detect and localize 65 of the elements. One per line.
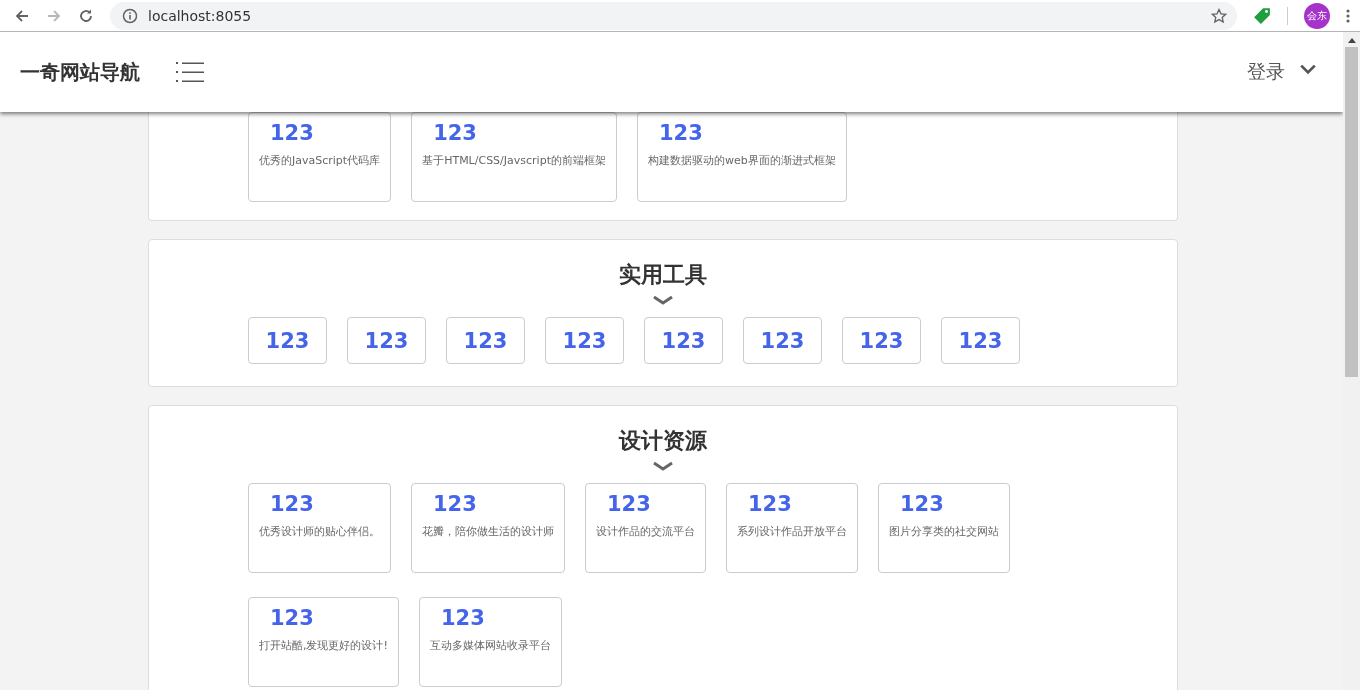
card-description: 优秀的JavaScript代码库 [259,153,381,168]
section-title: 实用工具 [619,261,707,289]
card-description: 系列设计作品开放平台 [737,524,847,539]
link-card[interactable]: 123 [248,317,327,364]
card-title: 123 [432,121,478,145]
section-title: 设计资源 [619,427,707,455]
card-description: 互动多媒体网站收录平台 [429,638,551,653]
card-description: 图片分享类的社交网站 [889,524,999,539]
address-text: localhost:8055 [148,7,253,24]
card-title: 123 [661,328,706,353]
address-bar[interactable]: localhost:8055 [110,1,1237,30]
card-description: 打开站酷,发现更好的设计! [259,638,388,653]
profile-avatar[interactable]: 会东 [1304,2,1330,29]
card-title: 123 [269,492,315,516]
card-title: 123 [364,328,409,353]
back-icon[interactable] [14,7,30,24]
link-card[interactable]: 123 [743,317,822,364]
menu-icon[interactable] [176,60,204,84]
link-card[interactable]: 123 [347,317,426,364]
card-title: 123 [859,328,904,353]
link-card[interactable]: 123 优秀设计师的贴心伴侣。 [248,483,391,573]
link-card[interactable]: 123 设计作品的交流平台 [585,483,706,573]
card-title: 123 [760,328,805,353]
card-title: 123 [606,492,652,516]
tag-icon[interactable] [1253,6,1271,25]
link-card[interactable]: 123 [644,317,723,364]
reload-icon[interactable] [78,7,94,24]
card-description: 基于HTML/CSS/Javscript的前端框架 [422,153,606,168]
card-title: 123 [562,328,607,353]
card-description: 优秀设计师的贴心伴侣。 [259,524,380,539]
card-description: 设计作品的交流平台 [596,524,695,539]
card-title: 123 [747,492,793,516]
card-title: 123 [265,328,310,353]
card-title: 123 [432,492,478,516]
card-title: 123 [657,121,704,145]
link-card[interactable]: 123 [545,317,624,364]
scroll-up-icon[interactable] [1347,38,1356,43]
info-icon [122,7,138,24]
card-description: 花瓣，陪你做生活的设计师 [422,524,554,539]
link-card[interactable]: 123 [446,317,525,364]
link-card[interactable]: 123 [842,317,921,364]
card-title: 123 [269,121,315,145]
card-title: 123 [463,328,508,353]
scrollbar-thumb[interactable] [1345,47,1358,377]
chevron-down-icon [652,295,674,305]
link-card[interactable]: 123 花瓣，陪你做生活的设计师 [411,483,565,573]
login-link[interactable]: 登录 [1247,59,1285,85]
card-title: 123 [958,328,1003,353]
more-icon[interactable] [1346,7,1350,24]
card-description: 构建数据驱动的web界面的渐进式框架 [647,153,836,168]
star-icon[interactable] [1211,7,1227,24]
link-card[interactable]: 123 系列设计作品开放平台 [726,483,858,573]
card-title: 123 [439,606,486,630]
site-title[interactable]: 一奇网站导航 [20,58,140,86]
link-card[interactable]: 123 图片分享类的社交网站 [878,483,1010,573]
card-title: 123 [269,606,315,630]
chevron-down-icon [652,461,674,471]
chevron-down-icon[interactable] [1299,63,1317,75]
link-card[interactable]: 123 基于HTML/CSS/Javscript的前端框架 [411,112,617,202]
link-card[interactable]: 123 [941,317,1020,364]
link-card[interactable]: 123 互动多媒体网站收录平台 [418,597,562,687]
link-card[interactable]: 123 打开站酷,发现更好的设计! [248,597,399,687]
link-card[interactable]: 123 构建数据驱动的web界面的渐进式框架 [636,112,847,202]
link-card[interactable]: 123 优秀的JavaScript代码库 [248,112,392,202]
card-title: 123 [899,492,945,516]
